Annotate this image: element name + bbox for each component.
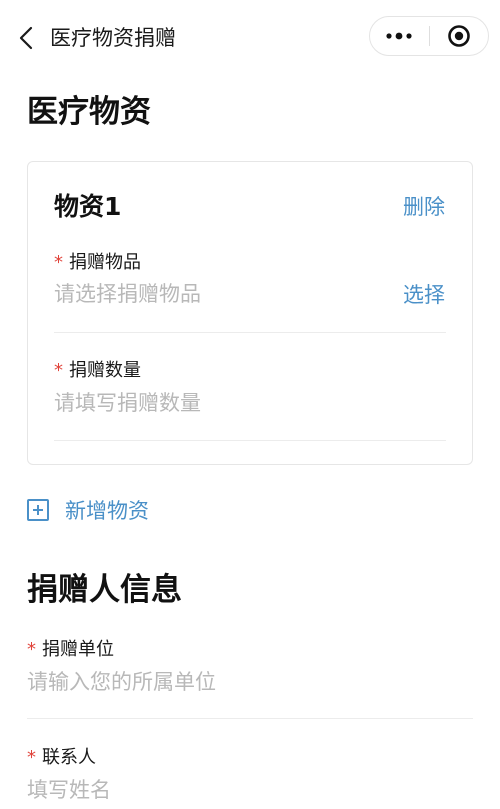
nav-title: 医疗物资捐赠 bbox=[50, 26, 176, 50]
required-mark: * bbox=[54, 252, 63, 273]
mini-program-capsule bbox=[369, 16, 489, 56]
quantity-label-text: 捐赠数量 bbox=[69, 360, 141, 381]
divider bbox=[27, 718, 473, 719]
item-select-input[interactable] bbox=[54, 280, 374, 308]
add-supply-button[interactable]: 新增物资 bbox=[27, 495, 149, 525]
more-dots-icon bbox=[386, 32, 412, 40]
divider bbox=[54, 440, 446, 441]
contact-name-input[interactable] bbox=[27, 776, 473, 804]
quantity-input[interactable] bbox=[54, 389, 446, 417]
contact-label-text: 联系人 bbox=[42, 747, 96, 768]
item-label-text: 捐赠物品 bbox=[69, 252, 141, 273]
add-supply-label: 新增物资 bbox=[65, 499, 149, 523]
donor-unit-input[interactable] bbox=[27, 668, 473, 696]
contact-field-label: * 联系人 bbox=[27, 746, 96, 770]
required-mark: * bbox=[27, 639, 36, 660]
required-mark: * bbox=[54, 360, 63, 381]
item-field-label: * 捐赠物品 bbox=[54, 251, 141, 275]
card-title: 物资1 bbox=[54, 192, 122, 221]
close-button[interactable] bbox=[429, 17, 488, 55]
delete-button[interactable]: 删除 bbox=[403, 192, 445, 222]
select-item-button[interactable]: 选择 bbox=[403, 281, 445, 309]
required-mark: * bbox=[27, 747, 36, 768]
unit-field-label: * 捐赠单位 bbox=[27, 638, 114, 662]
divider bbox=[54, 332, 446, 333]
supply-card: 物资1 删除 * 捐赠物品 选择 * 捐赠数量 bbox=[27, 161, 473, 465]
quantity-field-label: * 捐赠数量 bbox=[54, 359, 141, 383]
more-button[interactable] bbox=[370, 17, 429, 55]
page: 医疗物资捐赠 医疗物资 物资1 删除 * 捐赠物品 请选择捐赠物品 选择 * 捐… bbox=[0, 0, 500, 809]
section-title-medical: 医疗物资 bbox=[27, 94, 151, 130]
section-title-donor: 捐赠人信息 bbox=[27, 572, 182, 608]
nav-bar: 医疗物资捐赠 bbox=[0, 0, 500, 76]
plus-square-icon bbox=[27, 499, 49, 521]
target-circle-icon bbox=[447, 25, 470, 47]
back-button[interactable] bbox=[12, 22, 40, 54]
chevron-left-icon bbox=[19, 26, 33, 50]
unit-label-text: 捐赠单位 bbox=[42, 639, 114, 660]
